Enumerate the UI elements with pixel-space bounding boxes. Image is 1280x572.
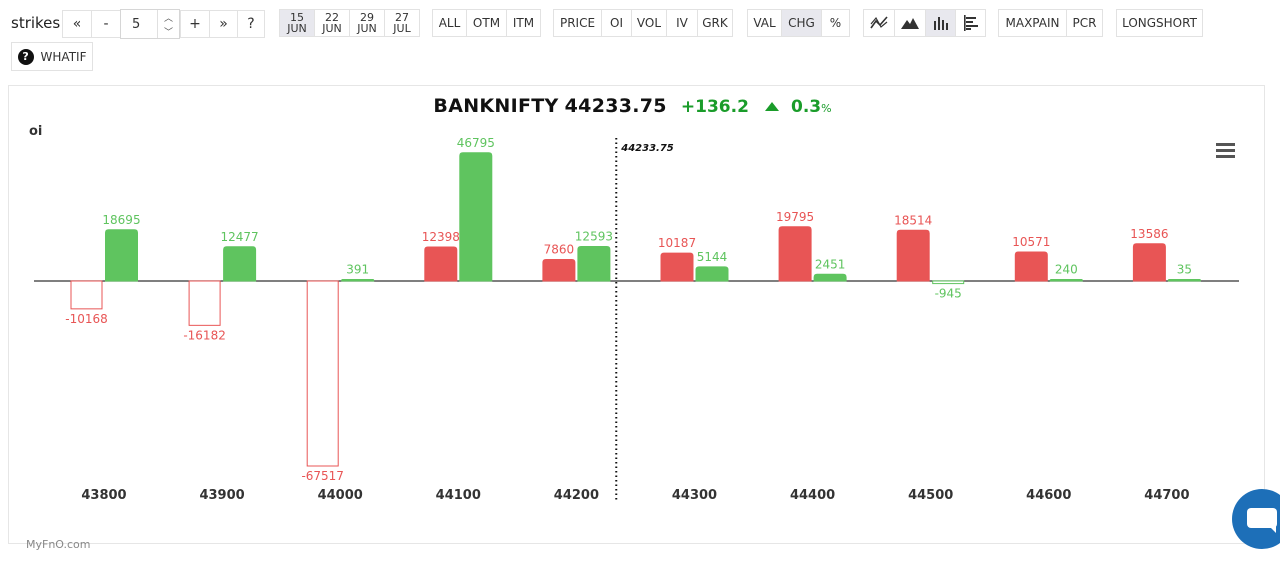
put-oi-bar [932, 280, 965, 285]
x-axis-tick-label: 44100 [436, 488, 481, 503]
call-oi-data-label: 18514 [894, 213, 932, 227]
x-axis-tick-label: 44600 [1026, 488, 1071, 503]
call-oi-data-label: 13586 [1130, 227, 1168, 241]
call-oi-data-label: 10571 [1012, 235, 1050, 249]
call-oi-bar [542, 258, 576, 282]
put-oi-bar [813, 273, 847, 282]
put-oi-data-label: 2451 [815, 257, 846, 271]
put-oi-data-label: 5144 [697, 250, 728, 264]
x-axis-tick-label: 44300 [672, 488, 717, 503]
call-oi-bar [660, 252, 694, 282]
call-oi-data-label: 19795 [776, 210, 814, 224]
call-oi-bar [424, 246, 458, 282]
call-oi-bar [778, 226, 812, 282]
call-oi-data-label: -10168 [65, 312, 108, 326]
x-axis-tick-label: 44200 [554, 488, 599, 503]
put-oi-bar [223, 246, 257, 282]
call-oi-data-label: 12398 [422, 230, 460, 244]
call-oi-bar [70, 280, 103, 310]
x-axis-tick-label: 44400 [790, 488, 835, 503]
call-oi-bar [306, 280, 339, 467]
oi-change-chart: -10168 18695 43800 -16182 12477 43900 -67517 39… [34, 136, 1239, 503]
put-oi-bar [459, 152, 493, 282]
call-oi-bar [1132, 243, 1166, 282]
put-oi-data-label: -945 [935, 287, 962, 301]
call-oi-data-label: -16182 [183, 328, 226, 342]
put-oi-bar [105, 229, 138, 282]
put-oi-bar [341, 279, 375, 282]
call-oi-data-label: 10187 [658, 236, 696, 250]
put-oi-bar [1167, 279, 1201, 282]
put-oi-data-label: 18695 [102, 213, 140, 227]
put-oi-bar [577, 245, 611, 282]
call-oi-data-label: 7860 [544, 242, 575, 256]
put-oi-data-label: 12477 [221, 230, 259, 244]
x-axis-tick-label: 43800 [81, 488, 126, 503]
put-oi-data-label: 35 [1177, 263, 1192, 277]
put-oi-bar [695, 266, 729, 282]
call-oi-bar [896, 229, 930, 282]
credit-text: MyFnO.com [26, 538, 91, 551]
call-oi-bar [1014, 251, 1048, 282]
put-oi-bar [1049, 279, 1083, 282]
call-oi-data-label: -67517 [301, 469, 344, 483]
spot-price-label: 44233.75 [620, 143, 674, 154]
put-oi-data-label: 391 [346, 263, 369, 277]
x-axis-tick-label: 44700 [1144, 488, 1189, 503]
put-oi-data-label: 240 [1055, 263, 1078, 277]
put-oi-data-label: 46795 [457, 136, 495, 150]
call-oi-bar [188, 280, 221, 326]
x-axis-tick-label: 43900 [199, 488, 244, 503]
put-oi-data-label: 12593 [575, 229, 613, 243]
x-axis-tick-label: 44500 [908, 488, 953, 503]
x-axis-tick-label: 44000 [318, 488, 363, 503]
